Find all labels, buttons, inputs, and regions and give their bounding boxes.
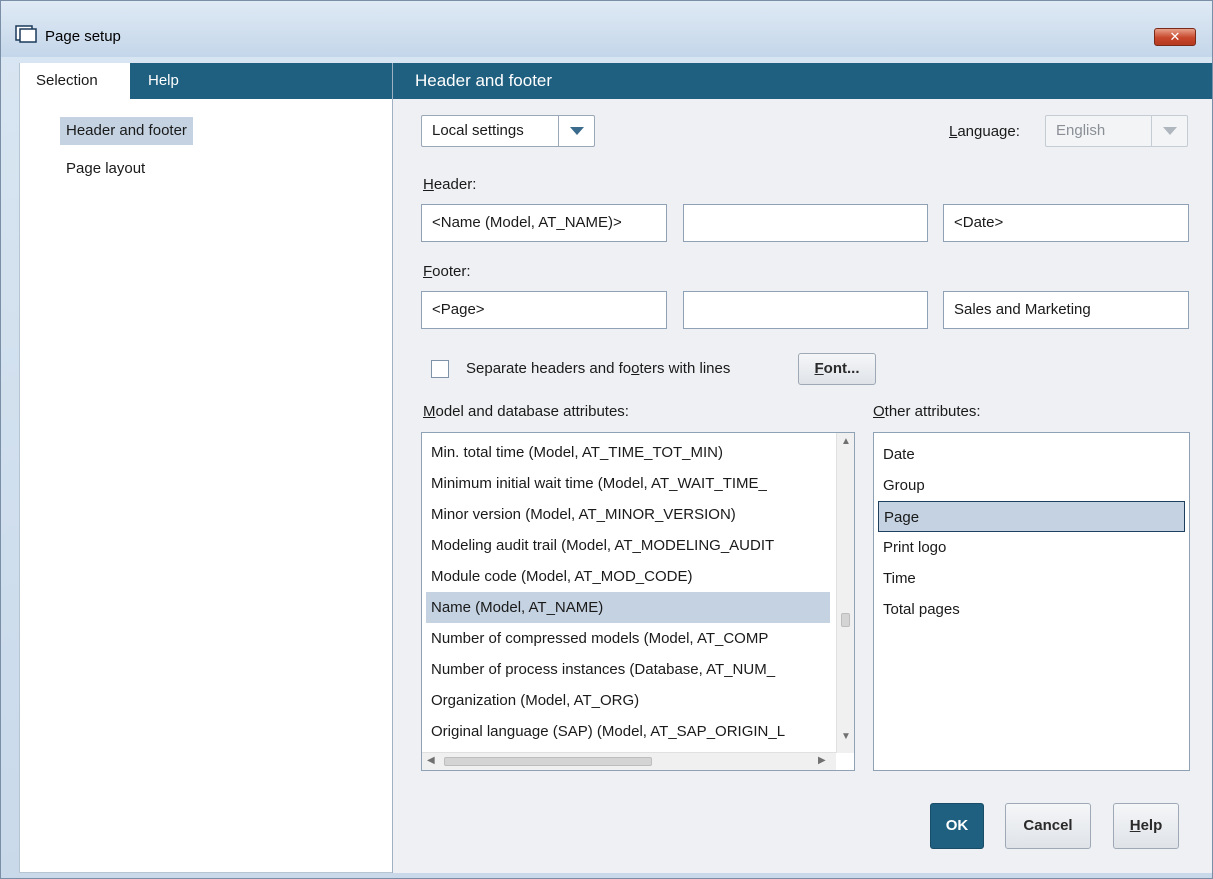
window-title: Page setup <box>45 28 121 45</box>
help-button-text: elp <box>1140 817 1163 834</box>
scroll-down-icon[interactable]: ▼ <box>841 731 851 742</box>
settings-scope-arrow[interactable] <box>558 116 594 146</box>
font-button-text: ont... <box>823 360 860 377</box>
page-setup-dialog: Page setup ✕ Selection Help Header and f… <box>0 0 1213 879</box>
tab-help[interactable]: Help <box>132 63 195 99</box>
left-tab-bar: Selection Help <box>20 63 392 99</box>
model-attributes-list[interactable]: Min. total time (Model, AT_TIME_TOT_MIN)… <box>421 432 855 771</box>
language-label-text: anguage: <box>957 123 1020 140</box>
cancel-button[interactable]: Cancel <box>1005 803 1091 849</box>
list-item[interactable]: Time <box>878 563 1183 594</box>
footer-label: Footer: <box>423 263 471 280</box>
other-attributes-label: Other attributes: <box>873 403 981 420</box>
scroll-right-icon[interactable]: ▶ <box>818 755 826 766</box>
separate-lines-text-2: ters with lines <box>639 360 731 377</box>
list-item-selected[interactable]: Name (Model, AT_NAME) <box>426 592 830 623</box>
list-item[interactable]: Group <box>878 470 1183 501</box>
chevron-down-icon <box>1163 127 1177 135</box>
list-item[interactable]: Min. total time (Model, AT_TIME_TOT_MIN) <box>426 437 834 468</box>
help-button[interactable]: Help <box>1113 803 1179 849</box>
header-left-field[interactable]: <Name (Model, AT_NAME)> <box>421 204 667 242</box>
close-button[interactable]: ✕ <box>1154 28 1196 46</box>
header-label-text: eader: <box>433 176 477 193</box>
scroll-left-icon[interactable]: ◀ <box>427 755 435 766</box>
footer-center-field[interactable] <box>683 291 928 329</box>
language-value: English <box>1056 122 1106 139</box>
list-item[interactable]: Print logo <box>878 532 1183 563</box>
other-attributes-text: ther attributes: <box>884 403 981 420</box>
list-item[interactable]: Number of process instances (Database, A… <box>426 654 834 685</box>
vertical-scroll-thumb[interactable] <box>841 613 850 627</box>
header-right-field[interactable]: <Date> <box>943 204 1189 242</box>
horizontal-scrollbar[interactable]: ◀ ▶ <box>422 752 836 770</box>
footer-left-field[interactable]: <Page> <box>421 291 667 329</box>
font-button[interactable]: Font... <box>798 353 876 385</box>
title-bar[interactable]: Page setup ✕ <box>1 1 1212 57</box>
separate-lines-checkbox[interactable] <box>431 360 449 378</box>
language-dropdown-arrow[interactable] <box>1151 116 1187 146</box>
horizontal-scroll-thumb[interactable] <box>444 757 652 766</box>
list-item[interactable]: Modeling audit trail (Model, AT_MODELING… <box>426 530 834 561</box>
list-item[interactable]: Original language (SAP) (Model, AT_SAP_O… <box>426 716 834 747</box>
left-panel: Selection Help Header and footer Page la… <box>19 63 392 873</box>
footer-label-mnemonic: F <box>423 263 433 280</box>
help-button-mnemonic: H <box>1129 817 1141 834</box>
list-item[interactable]: Minimum initial wait time (Model, AT_WAI… <box>426 468 834 499</box>
section-title: Header and footer <box>393 63 1212 99</box>
close-icon: ✕ <box>1169 29 1181 44</box>
list-item[interactable]: Module code (Model, AT_MOD_CODE) <box>426 561 834 592</box>
separate-lines-text-1: Separate headers and fo <box>466 360 632 377</box>
separate-lines-label[interactable]: Separate headers and footers with lines <box>466 360 730 377</box>
right-panel: Header and footer Local settings Languag… <box>392 63 1212 873</box>
nav-item-page-layout[interactable]: Page layout <box>60 155 151 183</box>
settings-scope-value: Local settings <box>432 122 524 139</box>
list-item[interactable]: Date <box>878 439 1183 470</box>
header-center-field[interactable] <box>683 204 928 242</box>
list-item-selected[interactable]: Page <box>878 501 1185 532</box>
list-item[interactable]: Organization (Model, AT_ORG) <box>426 685 834 716</box>
language-label: Language: <box>949 123 1020 140</box>
other-attributes-mnemonic: O <box>873 403 885 420</box>
header-label: Header: <box>423 176 476 193</box>
vertical-scrollbar[interactable]: ▲ ▼ <box>836 433 854 753</box>
other-attributes-list[interactable]: Date Group Page Print logo Time Total pa… <box>873 432 1190 771</box>
ok-button[interactable]: OK <box>930 803 984 849</box>
language-dropdown[interactable]: English <box>1045 115 1188 147</box>
model-attributes-label: Model and database attributes: <box>423 403 629 420</box>
header-label-mnemonic: H <box>423 176 434 193</box>
scroll-up-icon[interactable]: ▲ <box>841 436 851 447</box>
chevron-down-icon <box>570 127 584 135</box>
list-item[interactable]: Total pages <box>878 594 1183 625</box>
model-attributes-text: odel and database attributes: <box>435 403 629 420</box>
font-button-mnemonic: F <box>814 360 824 377</box>
page-setup-icon <box>15 25 37 43</box>
settings-scope-dropdown[interactable]: Local settings <box>421 115 595 147</box>
footer-label-text: ooter: <box>432 263 471 280</box>
list-item[interactable]: Number of compressed models (Model, AT_C… <box>426 623 834 654</box>
footer-right-field[interactable]: Sales and Marketing <box>943 291 1189 329</box>
list-item[interactable]: Minor version (Model, AT_MINOR_VERSION) <box>426 499 834 530</box>
nav-item-header-and-footer[interactable]: Header and footer <box>60 117 193 145</box>
model-attributes-mnemonic: M <box>423 403 436 420</box>
tab-selection[interactable]: Selection <box>20 63 130 99</box>
